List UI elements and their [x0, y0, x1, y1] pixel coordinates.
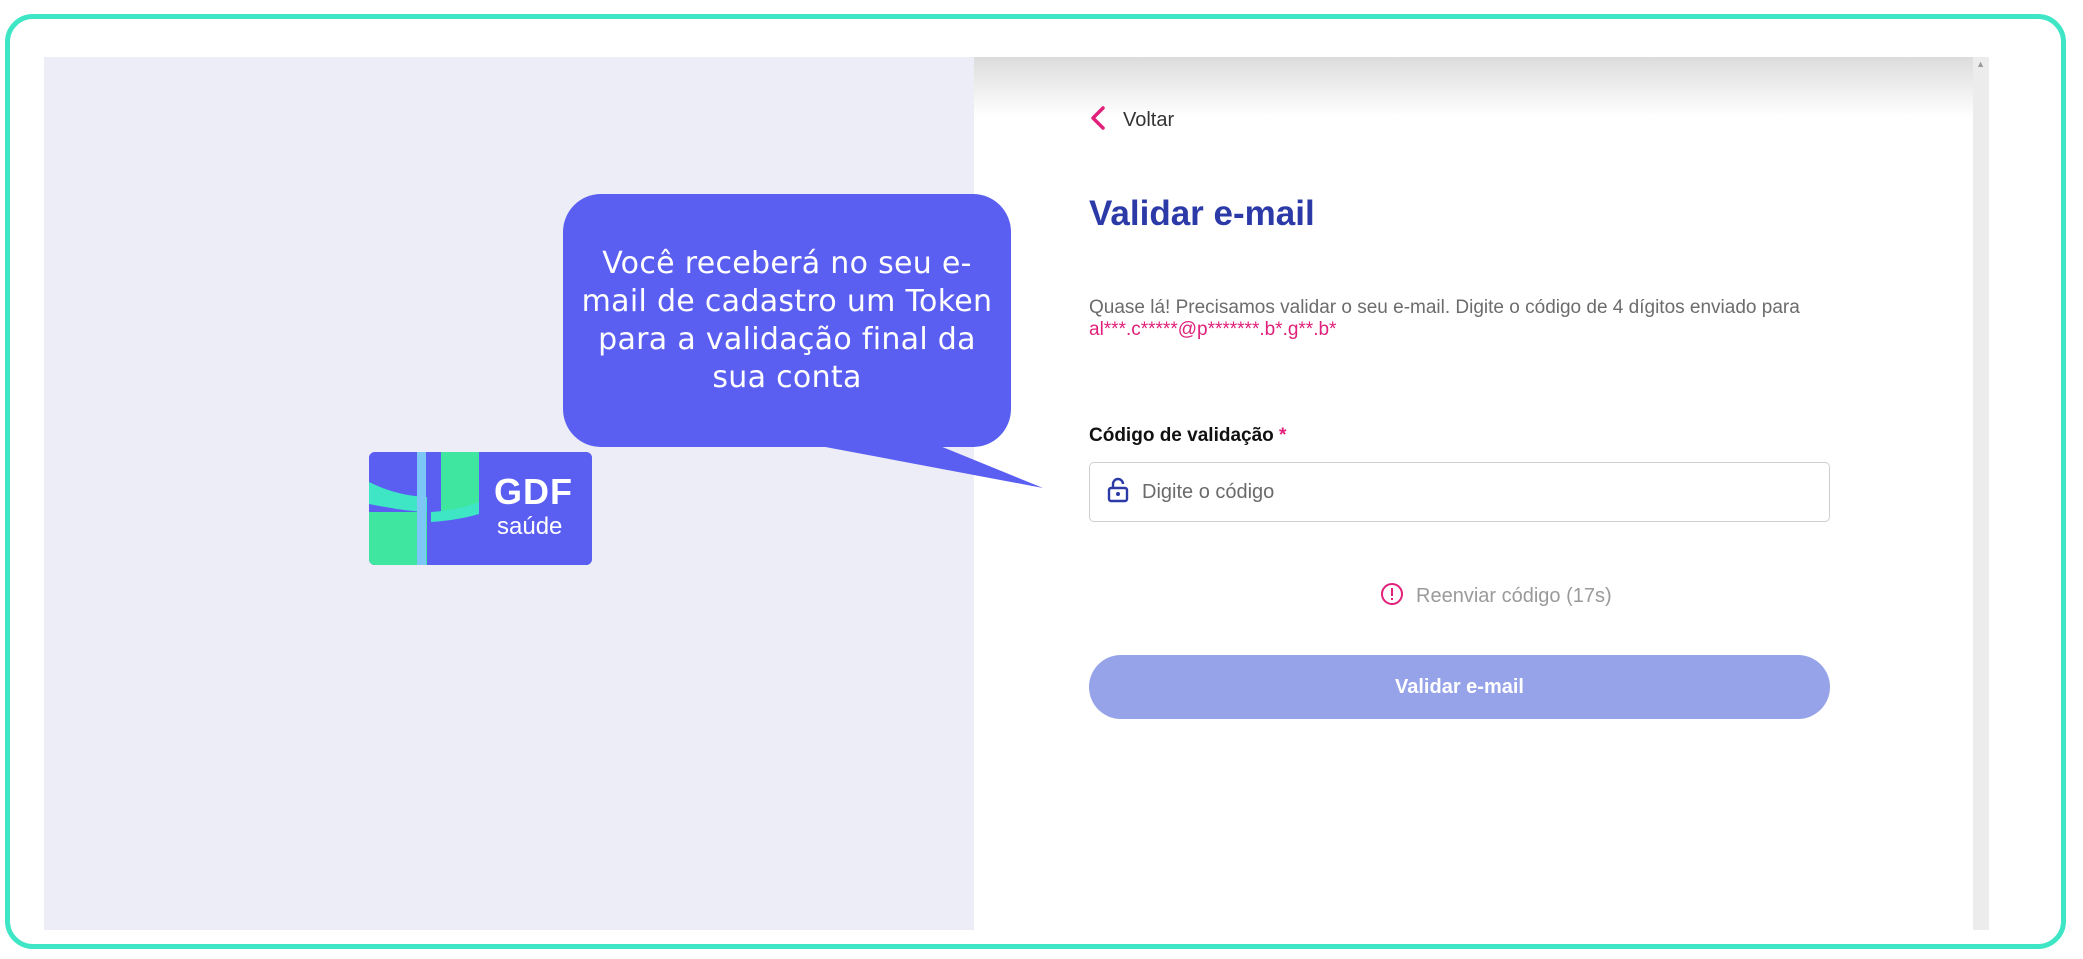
- masked-email: al***.c*****@p*******.b*.g**.b*: [1089, 319, 1337, 340]
- validation-form-panel: Voltar Validar e-mail Quase lá! Precisam…: [974, 57, 1989, 930]
- chevron-left-icon: [1089, 105, 1107, 136]
- scrollbar[interactable]: ▲: [1973, 57, 1989, 930]
- logo-wordmark: GDF: [494, 471, 573, 512]
- callout-text: Você receberá no seu e-mail de cadastro …: [581, 245, 993, 395]
- instructions-body: Quase lá! Precisamos validar o seu e-mai…: [1089, 297, 1800, 318]
- back-link[interactable]: Voltar: [1089, 105, 1174, 136]
- back-label: Voltar: [1123, 109, 1175, 131]
- app-screenshot: GDF saúde Voltar Validar e-mail Quase lá…: [44, 57, 1989, 930]
- page-title: Validar e-mail: [1089, 194, 1315, 233]
- required-marker: *: [1279, 425, 1287, 446]
- callout-bubble: Você receberá no seu e-mail de cadastro …: [563, 194, 1011, 447]
- code-input-wrapper[interactable]: [1089, 462, 1830, 522]
- gdf-saude-logo: GDF saúde: [369, 452, 592, 565]
- instructions-text: Quase lá! Precisamos validar o seu e-mai…: [1089, 297, 1809, 341]
- code-label-text: Código de validação: [1089, 425, 1274, 446]
- brand-panel: GDF saúde: [44, 57, 974, 930]
- resend-label: Reenviar código (17s): [1416, 585, 1612, 607]
- validate-email-button[interactable]: Validar e-mail: [1089, 655, 1830, 719]
- logo-subtext: saúde: [497, 513, 563, 540]
- code-field-label: Código de validação *: [1089, 425, 1286, 447]
- code-input[interactable]: [1140, 479, 1784, 505]
- lock-icon: [1106, 477, 1130, 508]
- scroll-up-arrow-icon[interactable]: ▲: [1976, 59, 1985, 69]
- resend-code-link[interactable]: Reenviar código (17s): [1380, 582, 1612, 611]
- info-icon: [1380, 582, 1404, 611]
